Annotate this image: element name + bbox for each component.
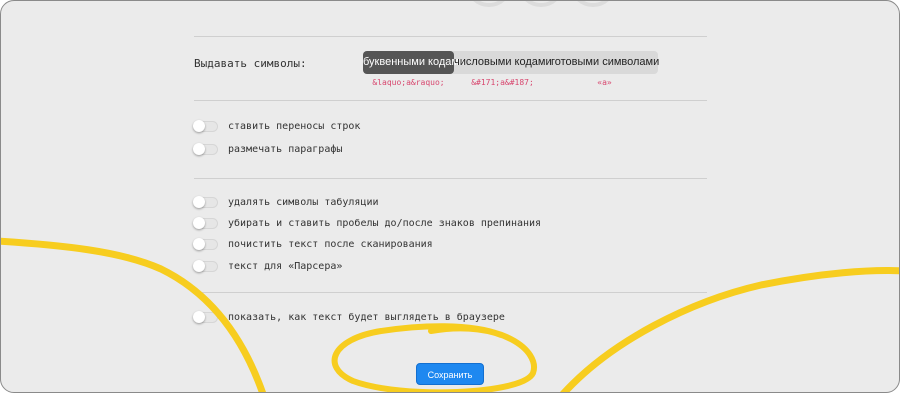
option-label: текст для «Парсера» bbox=[228, 260, 343, 272]
output-mode-selector: буквенными кодами числовыми кодами готов… bbox=[363, 51, 659, 74]
toggle-switch[interactable] bbox=[193, 216, 218, 229]
toggle-switch[interactable] bbox=[193, 237, 218, 250]
divider bbox=[194, 36, 707, 37]
mode-numeric-codes-button[interactable]: числовыми кодами bbox=[454, 51, 552, 74]
divider bbox=[194, 100, 707, 101]
toggle-switch[interactable] bbox=[193, 142, 218, 155]
mode-letter-codes-button[interactable]: буквенными кодами bbox=[363, 51, 465, 74]
mode-ready-symbols-button[interactable]: готовыми символами bbox=[551, 51, 659, 74]
mode-numeric-codes-example: &#171;a&#187; bbox=[471, 78, 534, 87]
option-label: ставить переносы строк bbox=[228, 120, 361, 132]
option-parser-text[interactable]: текст для «Парсера» bbox=[193, 259, 343, 273]
save-button[interactable]: Сохранить bbox=[416, 363, 484, 385]
option-label: убирать и ставить пробелы до/после знако… bbox=[228, 217, 542, 229]
toggle-switch[interactable] bbox=[193, 310, 218, 323]
option-browser-preview[interactable]: показать, как текст будет выглядеть в бр… bbox=[193, 310, 505, 324]
option-clean-scanned[interactable]: почистить текст после сканирования bbox=[193, 237, 433, 251]
toggle-switch[interactable] bbox=[193, 259, 218, 272]
toggle-switch[interactable] bbox=[193, 195, 218, 208]
option-label: почистить текст после сканирования bbox=[228, 238, 433, 250]
mode-letter-codes-example: &laquo;a&raquo; bbox=[372, 78, 445, 87]
option-remove-tabs[interactable]: удалять символы табуляции bbox=[193, 195, 379, 209]
settings-window: Выдавать символы: буквенными кодами числ… bbox=[0, 0, 900, 393]
option-paragraphs[interactable]: размечать параграфы bbox=[193, 142, 343, 156]
toggle-switch[interactable] bbox=[193, 119, 218, 132]
divider bbox=[194, 292, 707, 293]
option-label: размечать параграфы bbox=[228, 143, 343, 155]
divider bbox=[194, 178, 707, 179]
output-mode-label: Выдавать символы: bbox=[194, 57, 307, 70]
option-punctuation-spaces[interactable]: убирать и ставить пробелы до/после знако… bbox=[193, 216, 542, 230]
option-line-breaks[interactable]: ставить переносы строк bbox=[193, 119, 361, 133]
option-label: удалять символы табуляции bbox=[228, 196, 379, 208]
mode-ready-symbols-example: «a» bbox=[597, 78, 612, 87]
option-label: показать, как текст будет выглядеть в бр… bbox=[228, 311, 505, 323]
